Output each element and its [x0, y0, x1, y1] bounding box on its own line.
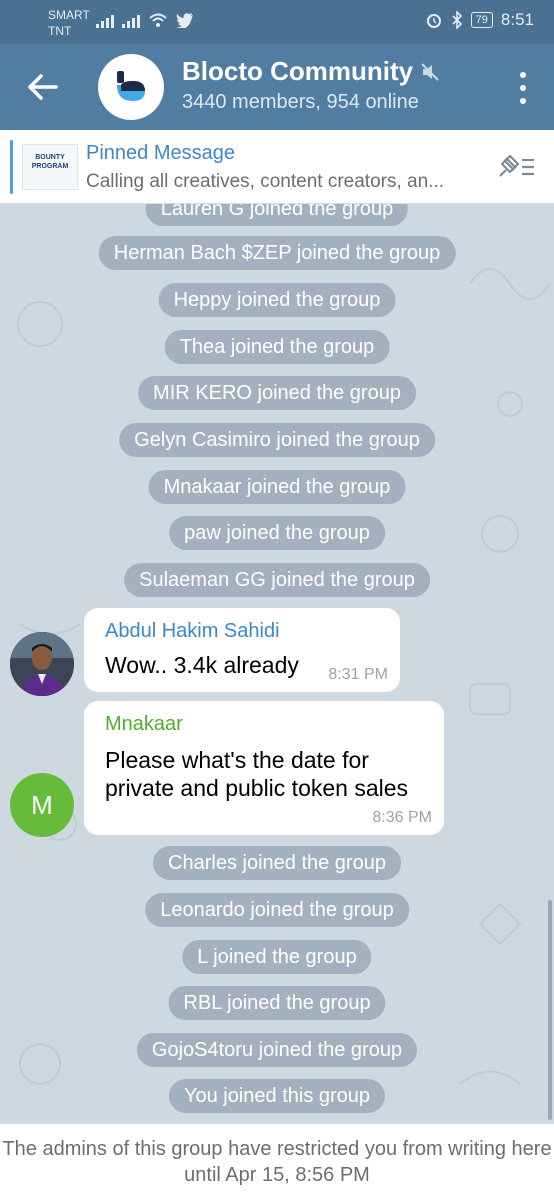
- message-time: 8:36 PM: [372, 809, 432, 826]
- more-menu-icon[interactable]: [518, 72, 528, 104]
- signal-icon: [96, 12, 114, 28]
- message-text: Please what's the date for private and p…: [105, 747, 409, 801]
- alarm-icon: [426, 14, 441, 28]
- service-message: Herman Bach $ZEP joined the group: [98, 236, 456, 270]
- service-message: Leonardo joined the group: [145, 893, 409, 927]
- service-message: L joined the group: [182, 940, 372, 974]
- avatar[interactable]: M: [10, 773, 74, 837]
- service-message: MIR KERO joined the group: [138, 376, 416, 410]
- pinned-indicator: [10, 140, 13, 194]
- chat-title: Blocto Community: [182, 56, 414, 86]
- pinned-message-bar[interactable]: BOUNTY PROGRAM Pinned Message Calling al…: [0, 130, 554, 204]
- carrier-label: SMART TNT: [48, 8, 90, 38]
- back-arrow-icon[interactable]: [26, 70, 60, 104]
- clock: 8:51: [500, 10, 534, 29]
- message-bubble[interactable]: Mnakaar Please what's the date for priva…: [84, 701, 444, 835]
- service-message: GojoS4toru joined the group: [136, 1033, 418, 1067]
- member-count: 3440 members, 954 online: [182, 91, 419, 113]
- scrollbar[interactable]: [548, 900, 552, 1120]
- pinned-preview: Calling all creatives, content creators,…: [86, 171, 445, 192]
- user-photo-icon: [10, 632, 74, 696]
- bluetooth-icon: [452, 11, 462, 29]
- twitter-icon: [176, 13, 193, 28]
- service-message: Gelyn Casimiro joined the group: [119, 423, 435, 457]
- service-message: Heppy joined the group: [158, 283, 396, 317]
- service-message: Charles joined the group: [153, 846, 401, 880]
- muted-icon: [421, 62, 439, 81]
- pinned-title: Pinned Message: [86, 142, 235, 164]
- service-message: RBL joined the group: [168, 986, 386, 1020]
- message-sender: Abdul Hakim Sahidi: [105, 620, 280, 642]
- service-message: Mnakaar joined the group: [148, 470, 406, 504]
- message-sender: Mnakaar: [105, 713, 183, 735]
- pinned-thumbnail: BOUNTY PROGRAM: [22, 144, 78, 190]
- service-message: paw joined the group: [169, 516, 385, 550]
- signal-icon: [122, 12, 140, 28]
- chat-area[interactable]: Lauren G joined the group Herman Bach $Z…: [0, 204, 554, 1124]
- status-bar: SMART TNT 79 8:51: [0, 0, 554, 44]
- avatar-letter: M: [31, 790, 53, 820]
- pinned-list-icon[interactable]: [496, 152, 536, 182]
- service-message: Sulaeman GG joined the group: [124, 563, 430, 597]
- wifi-icon: [149, 13, 167, 27]
- chat-title-area[interactable]: Blocto Community 3440 members, 954 onlin…: [182, 56, 439, 114]
- message-bubble[interactable]: Abdul Hakim Sahidi Wow.. 3.4k already 8:…: [84, 608, 400, 692]
- chat-header: Blocto Community 3440 members, 954 onlin…: [0, 44, 554, 130]
- avatar[interactable]: [10, 632, 74, 696]
- restriction-notice: The admins of this group have restricted…: [0, 1124, 554, 1200]
- service-message: Lauren G joined the group: [145, 204, 409, 226]
- service-message: You joined this group: [168, 1079, 386, 1113]
- blocto-logo-icon: [117, 71, 145, 101]
- group-avatar[interactable]: [98, 54, 164, 120]
- message-time: 8:31 PM: [328, 666, 388, 683]
- battery-icon: 79: [470, 12, 493, 28]
- service-message: Thea joined the group: [164, 330, 390, 364]
